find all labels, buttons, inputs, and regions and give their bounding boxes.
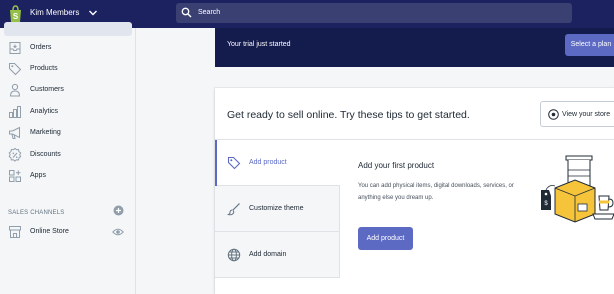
- tab-label: Add product: [249, 159, 287, 166]
- sidebar-item-orders[interactable]: Orders: [0, 39, 136, 57]
- sidebar-item-label: Orders: [30, 44, 52, 51]
- sidebar-item-label: Marketing: [30, 129, 61, 136]
- trial-banner: Your trial just started Select a plan: [215, 28, 614, 67]
- sidebar-item-label: Products: [30, 65, 58, 72]
- tab-add-product[interactable]: Add product: [215, 140, 340, 186]
- search-placeholder: Search: [198, 9, 221, 16]
- discount-icon: [8, 148, 22, 162]
- sidebar-item-label: Online Store: [30, 228, 69, 235]
- sidebar-item-products[interactable]: Products: [0, 60, 136, 78]
- megaphone-icon: [9, 126, 20, 139]
- person-icon: [9, 83, 21, 97]
- sidebar-item-analytics[interactable]: Analytics: [0, 103, 136, 121]
- add-channel-icon[interactable]: [113, 205, 124, 216]
- setup-tabs: Add product Customize theme Add domain: [215, 140, 340, 294]
- select-plan-button[interactable]: Select a plan: [565, 34, 614, 56]
- sidebar-item-label: Customers: [30, 86, 64, 93]
- globe-icon: [227, 248, 241, 262]
- tag-icon: [227, 156, 241, 170]
- bar-chart-icon: [9, 106, 21, 118]
- detail-title: Add your first product: [358, 161, 435, 170]
- orders-icon: [9, 42, 21, 54]
- sidebar-item-apps[interactable]: Apps: [0, 167, 136, 185]
- setup-guide-card: Get ready to sell online. Try these tips…: [215, 88, 614, 294]
- apps-icon: [9, 170, 21, 182]
- svg-text:S: S: [13, 12, 19, 21]
- tab-customize-theme[interactable]: Customize theme: [215, 186, 340, 232]
- search-icon: [181, 7, 192, 18]
- add-product-button[interactable]: Add product: [358, 227, 413, 250]
- sidebar-item-label: Apps: [30, 172, 46, 179]
- sidebar-item-customers[interactable]: Customers: [0, 81, 136, 99]
- trial-banner-text: Your trial just started: [227, 41, 291, 48]
- eye-icon: [548, 109, 559, 120]
- eye-icon[interactable]: [112, 226, 124, 238]
- sidebar-item-label: Analytics: [30, 108, 59, 115]
- product-illustration: $: [541, 155, 614, 223]
- card-title: Get ready to sell online. Try these tips…: [227, 109, 470, 121]
- view-store-label: View your store: [562, 111, 611, 118]
- detail-description: You can add physical items, digital down…: [358, 183, 514, 201]
- store-icon: [9, 226, 21, 238]
- sidebar-home-highlight[interactable]: [4, 22, 132, 36]
- tab-label: Add domain: [249, 251, 287, 258]
- view-store-button[interactable]: View your store: [540, 101, 614, 127]
- sidebar-item-marketing[interactable]: Marketing: [0, 124, 136, 142]
- sales-channels-heading: SALES CHANNELS: [8, 210, 65, 216]
- shopify-bag-icon[interactable]: S: [8, 5, 23, 23]
- tab-add-domain[interactable]: Add domain: [215, 232, 340, 278]
- store-name[interactable]: Kim Members: [30, 8, 79, 17]
- tag-icon: [9, 63, 22, 76]
- brush-icon: [227, 203, 240, 216]
- sidebar-item-discounts[interactable]: Discounts: [0, 146, 136, 164]
- chevron-down-icon[interactable]: [88, 8, 98, 18]
- sidebar-item-label: Discounts: [30, 151, 61, 158]
- search-input[interactable]: Search: [176, 3, 572, 23]
- sidebar: Orders Products Customers Analytics Mark…: [0, 22, 136, 294]
- tab-label: Customize theme: [249, 205, 304, 212]
